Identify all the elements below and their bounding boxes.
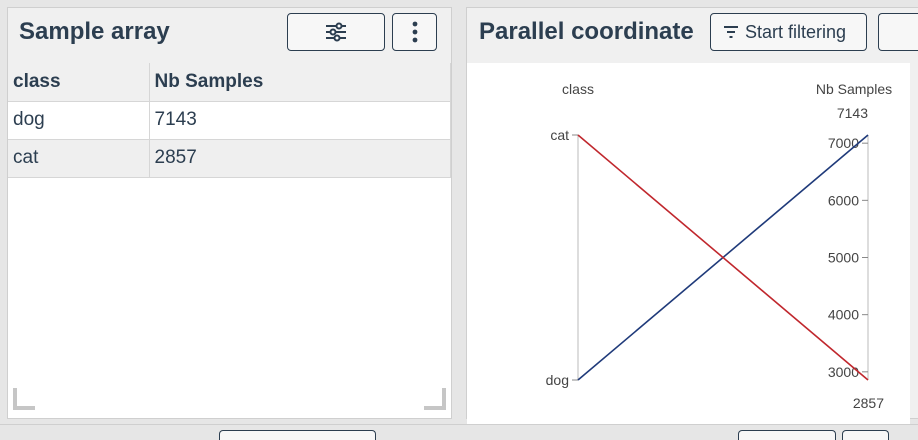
nb-samples-max-label: 7143 [837,105,868,121]
bottom-panel-strip [0,424,918,440]
nb-samples-axis-title: Nb Samples [816,81,892,97]
panel-title: Sample array [19,18,170,45]
nb-samples-axis-tick-label: 7000 [828,135,859,151]
column-header-class[interactable]: class [8,63,150,102]
table-row[interactable]: cat 2857 [8,139,451,178]
table-menu-button[interactable] [392,13,437,51]
column-header-nb-samples[interactable]: Nb Samples [149,63,451,102]
table-cell-class: dog [8,101,150,140]
sliders-icon [325,22,347,42]
sample-table: class Nb Samples dog 7143 cat 2857 [8,63,451,178]
vertical-dots-icon [412,21,418,43]
table-row[interactable]: dog 7143 [8,101,451,140]
nb-samples-axis-tick-label: 6000 [828,192,859,208]
dashboard: Sample array class Nb Samples dog 7143 c… [0,0,918,440]
resize-corner-left[interactable] [13,388,35,410]
class-axis-tick-label: cat [550,127,569,143]
start-filtering-label: Start filtering [745,21,847,42]
table-cell-class: cat [8,139,150,178]
nb-samples-min-label: 2857 [853,395,884,411]
resize-corner-right[interactable] [424,388,446,410]
sample-table-container: class Nb Samples dog 7143 cat 2857 [8,63,451,418]
sample-array-panel: Sample array class Nb Samples dog 7143 c… [7,7,452,419]
class-axis-title: class [562,81,594,97]
panel-title: Parallel coordinate [479,18,694,45]
bottom-button-2[interactable] [738,430,836,440]
bottom-button-1[interactable] [219,430,376,440]
filter-lines-icon [723,25,739,39]
table-cell-nb-samples: 2857 [149,139,451,178]
nb-samples-axis-tick-label: 3000 [828,364,859,380]
nb-samples-axis-tick-label: 5000 [828,250,859,266]
table-cell-nb-samples: 7143 [149,101,451,140]
parallel-coordinate-panel: Parallel coordinate Start filtering clas… [466,7,918,426]
parallel-coordinate-svg: class Nb Samples dog cat 3000 4000 5000 6000 700… [546,81,892,411]
table-settings-button[interactable] [287,13,385,51]
bottom-button-3[interactable] [842,430,889,440]
nb-samples-axis-tick-label: 4000 [828,307,859,323]
parallel-coordinate-chart: class Nb Samples dog cat 3000 4000 5000 6000 700… [467,63,910,426]
start-filtering-button[interactable]: Start filtering [710,13,867,51]
chart-menu-button[interactable] [878,13,918,51]
class-axis-tick-label: dog [546,372,569,388]
